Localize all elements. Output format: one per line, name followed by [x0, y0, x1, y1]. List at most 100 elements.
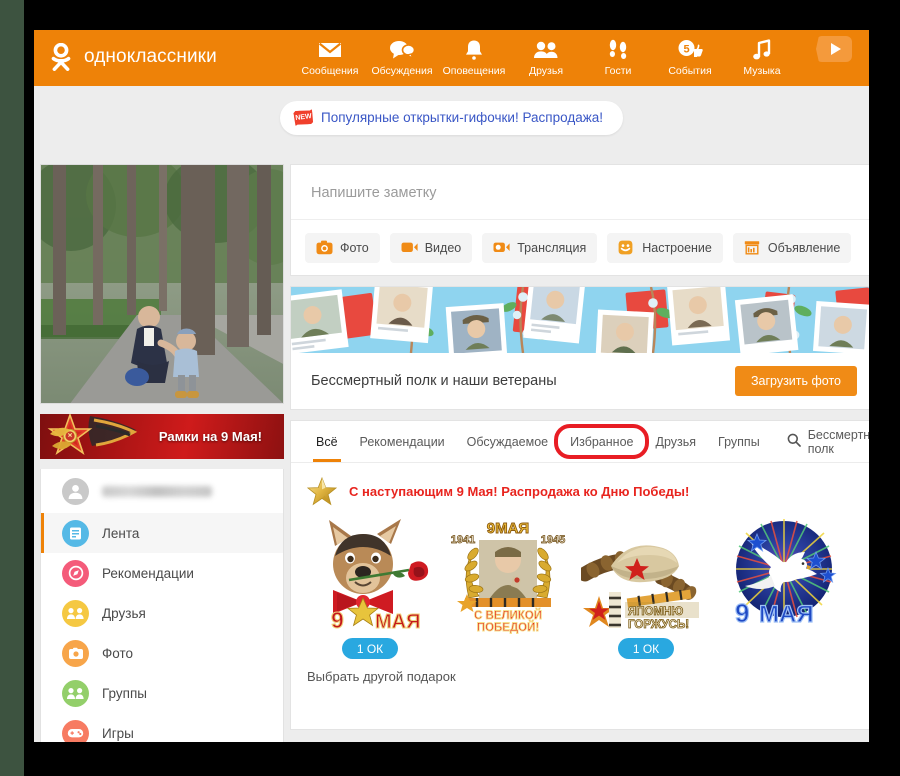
- gift-image-dog-rose[interactable]: 9 МАЯ: [305, 516, 435, 634]
- sidebar-item-user[interactable]: [41, 469, 283, 513]
- post-composer: Напишите заметку Фото Видео Трансляция Н…: [290, 164, 869, 276]
- gold-star-icon: [306, 476, 338, 506]
- brand-logo[interactable]: одноклассники: [34, 30, 294, 71]
- page-body: NEW Популярные открытки-гифочки! Распрод…: [34, 86, 869, 742]
- two-people-icon: [533, 37, 559, 62]
- composer-video-button[interactable]: Видео: [389, 232, 473, 263]
- promo-strip: NEW Популярные открытки-гифочки! Распрод…: [34, 86, 869, 149]
- events-badge-icon: 5: [677, 37, 703, 62]
- nav-item-music[interactable]: Музыка: [726, 37, 798, 77]
- immortal-regiment-title: Бессмертный полк и наши ветераны: [311, 373, 557, 389]
- nav-label: Сообщения: [301, 65, 359, 77]
- compass-icon: [62, 559, 89, 587]
- camera-icon: [316, 240, 333, 255]
- friends-icon: [62, 599, 89, 627]
- tab-recommendations[interactable]: Рекомендации: [349, 421, 456, 462]
- groups-icon: [62, 679, 89, 707]
- gift-post-header: С наступающим 9 Мая! Распродажа ко Дню П…: [291, 476, 869, 506]
- tab-discussed[interactable]: Обсуждаемое: [456, 421, 559, 462]
- svg-text:9: 9: [331, 607, 344, 633]
- order-star-ribbon-icon: [47, 414, 138, 456]
- composer-mood-button[interactable]: Настроение: [607, 232, 723, 263]
- tool-label: Настроение: [642, 240, 712, 255]
- composer-photo-button[interactable]: Фото: [305, 232, 380, 263]
- composer-announcement-button[interactable]: Объявление: [732, 232, 852, 263]
- nav-label: Гости: [604, 65, 632, 77]
- nav-label: Обсуждения: [371, 65, 433, 77]
- tab-label: Друзья: [655, 434, 697, 449]
- gift-grid: 9 МАЯ 1 ОК 9МАЯ 1941 1945 С ВЕЛИКОЙ ПОБЕ…: [291, 506, 869, 659]
- sidebar-label: Игры: [102, 725, 134, 741]
- sidebar-menu: Лента Рекомендации Друзья Фото Группы Иг…: [40, 469, 284, 742]
- app-viewport: одноклассники Сообщения Обсуждения Опове…: [34, 30, 869, 742]
- sidebar-label: Лента: [102, 525, 140, 541]
- nav-item-messages[interactable]: Сообщения: [294, 37, 366, 77]
- tab-label: Обсуждаемое: [466, 434, 549, 449]
- sidebar-item-feed[interactable]: Лента: [41, 513, 283, 553]
- composer-input[interactable]: Напишите заметку: [291, 165, 869, 201]
- tab-label: Всё: [316, 434, 338, 449]
- nav-item-events[interactable]: 5 События: [654, 37, 726, 77]
- bell-icon: [464, 37, 484, 62]
- svg-text:5: 5: [683, 43, 689, 55]
- profile-photo[interactable]: [40, 164, 284, 404]
- veteran-photos-collage: [291, 287, 869, 353]
- photo-icon: [62, 639, 89, 667]
- sidebar-item-groups[interactable]: Группы: [41, 673, 283, 713]
- gift-image-dove[interactable]: 9 МАЯ: [719, 516, 849, 634]
- tab-label: Избранное: [570, 434, 634, 449]
- immortal-regiment-card: Бессмертный полк и наши ветераны Загрузи…: [290, 286, 869, 410]
- tab-groups[interactable]: Группы: [707, 421, 771, 462]
- feed-tabs: Всё Рекомендации Обсуждаемое Избранное Д: [291, 421, 869, 463]
- immortal-regiment-footer: Бессмертный полк и наши ветераны Загрузи…: [291, 353, 869, 409]
- left-sidebar: Рамки на 9 Мая! Лента Рекомендации Друзь…: [40, 164, 284, 742]
- sidebar-item-recommendations[interactable]: Рекомендации: [41, 553, 283, 593]
- tab-favorites[interactable]: Избранное: [559, 421, 644, 462]
- gift-item: ЯПОМНЮ ГОРЖУСЬ! 1 ОК: [577, 516, 715, 659]
- composer-broadcast-button[interactable]: Трансляция: [482, 232, 598, 263]
- gift-promo-post: С наступающим 9 Мая! Распродажа ко Дню П…: [291, 463, 869, 698]
- top-nav-items: Сообщения Обсуждения Оповещения Друзья Г…: [294, 30, 869, 77]
- gift-image-pilotka[interactable]: ЯПОМНЮ ГОРЖУСЬ!: [581, 516, 711, 634]
- tab-label: Рекомендации: [359, 434, 445, 449]
- sidebar-label: Рекомендации: [102, 565, 194, 581]
- nav-label: Музыка: [743, 65, 781, 77]
- broadcast-icon: [493, 240, 510, 255]
- tool-label: Объявление: [767, 240, 841, 255]
- gift-price-badge[interactable]: 1 ОК: [342, 638, 398, 659]
- tool-label: Видео: [424, 240, 462, 255]
- tab-label: Бессмертный полк: [807, 427, 869, 456]
- nav-item-guests[interactable]: Гости: [582, 37, 654, 77]
- upload-photo-button[interactable]: Загрузить фото: [734, 366, 857, 396]
- promo-banner[interactable]: NEW Популярные открытки-гифочки! Распрод…: [279, 100, 623, 135]
- composer-toolbar: Фото Видео Трансляция Настроение Объявле…: [291, 219, 869, 275]
- nav-item-video-play[interactable]: Видео: [798, 36, 869, 77]
- gift-image-soldier-wreath[interactable]: 9МАЯ 1941 1945 С ВЕЛИКОЙ ПОБЕДОЙ!: [443, 516, 573, 634]
- sidebar-item-friends[interactable]: Друзья: [41, 593, 283, 633]
- announcement-icon: [744, 240, 761, 255]
- tab-immortal-regiment-search[interactable]: Бессмертный полк: [771, 421, 869, 462]
- nav-label: Друзья: [528, 65, 564, 77]
- svg-text:С ВЕЛИКОЙ: С ВЕЛИКОЙ: [474, 609, 542, 622]
- nav-item-discussions[interactable]: Обсуждения: [366, 37, 438, 77]
- svg-text:ЯПОМНЮ: ЯПОМНЮ: [628, 606, 683, 618]
- svg-text:МАЯ: МАЯ: [375, 611, 420, 633]
- tab-all[interactable]: Всё: [305, 421, 349, 462]
- gift-price-badge[interactable]: 1 ОК: [618, 638, 674, 659]
- sidebar-item-games[interactable]: Игры: [41, 713, 283, 742]
- top-navigation-bar: одноклассники Сообщения Обсуждения Опове…: [34, 30, 869, 86]
- svg-text:1945: 1945: [541, 534, 565, 546]
- nav-item-friends[interactable]: Друзья: [510, 37, 582, 77]
- main-column: Напишите заметку Фото Видео Трансляция Н…: [290, 164, 869, 730]
- gift-post-headline: С наступающим 9 Мая! Распродажа ко Дню П…: [349, 484, 690, 499]
- sidebar-label: Группы: [102, 685, 147, 701]
- tool-label: Трансляция: [517, 240, 587, 255]
- banner-9may[interactable]: Рамки на 9 Мая!: [40, 414, 284, 459]
- tab-friends[interactable]: Друзья: [644, 421, 707, 462]
- nav-item-notifications[interactable]: Оповещения: [438, 37, 510, 77]
- ok-logo-icon: [48, 42, 74, 71]
- sidebar-item-photo[interactable]: Фото: [41, 633, 283, 673]
- video-camera-icon: [401, 240, 418, 255]
- sidebar-label: Друзья: [102, 605, 146, 621]
- choose-another-gift-link[interactable]: Выбрать другой подарок: [291, 659, 869, 698]
